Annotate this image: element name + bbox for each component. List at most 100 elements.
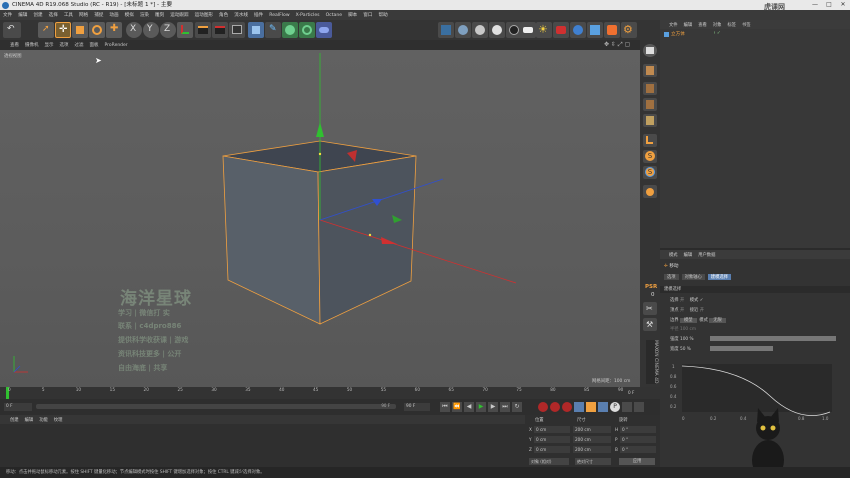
attribute-menu-item-0[interactable]: 模式 [669, 252, 678, 258]
tab-options[interactable]: 选项 [664, 274, 679, 280]
coord-mode-dropdown[interactable]: 对象 (相对) [529, 458, 569, 465]
menu-item-20[interactable]: 窗口 [363, 12, 372, 18]
snap-settings-button[interactable]: S [643, 166, 657, 179]
tab-modeling-selection[interactable]: 建模选择 [707, 274, 731, 280]
position-field[interactable]: 0 cm [534, 426, 570, 433]
attribute-menu-item-2[interactable]: 用户数据 [698, 252, 715, 258]
size-field[interactable]: 200 cm [573, 446, 611, 453]
brush-tool-button[interactable] [643, 185, 657, 198]
rotation-field[interactable]: 0 ° [620, 426, 656, 433]
render-view-button[interactable] [195, 22, 211, 38]
menu-item-19[interactable]: 脚本 [348, 12, 357, 18]
menu-item-3[interactable]: 选择 [49, 12, 58, 18]
knife-tool-button[interactable]: ⚒ [643, 318, 657, 331]
tab-object-axis[interactable]: 对象轴心 [681, 274, 705, 280]
workplane-mode-button[interactable] [643, 98, 657, 111]
plugin-button[interactable]: ⚙ [621, 22, 637, 38]
rotation-field[interactable]: 0 ° [620, 436, 656, 443]
stage-button[interactable] [520, 22, 536, 38]
viewport-menu-item-2[interactable]: 显示 [45, 42, 54, 48]
prev-frame-button[interactable]: ◀ [464, 402, 474, 412]
menu-item-11[interactable]: 运动跟踪 [170, 12, 188, 18]
perspective-viewport[interactable]: 透视视图 ➤ 海洋星球 学习 | 微信打 实 联系 | c4dpro886 提供… [0, 50, 640, 387]
key-scale-button[interactable] [586, 402, 596, 412]
menu-item-21[interactable]: 帮助 [378, 12, 387, 18]
attr-checkbox[interactable]: ✓ [700, 298, 704, 303]
axis-mode-button[interactable] [643, 134, 657, 147]
material-menu-item-3[interactable]: 纹理 [54, 417, 63, 423]
viewport-menu-item-6[interactable]: ProRender [105, 43, 128, 48]
scale-tool-button[interactable] [72, 22, 88, 38]
menu-item-0[interactable]: 文件 [3, 12, 12, 18]
recent-tool-button[interactable]: ✚ [106, 22, 122, 38]
radius-value[interactable]: 100 cm [680, 327, 696, 332]
max-frame-field[interactable]: 90 F [404, 403, 430, 411]
menu-item-8[interactable]: 模拟 [125, 12, 134, 18]
visibility-dots[interactable]: ⁞ ✓ [714, 31, 721, 36]
light-button[interactable]: ☀ [536, 22, 552, 38]
attr-value-2[interactable]: 开 [700, 308, 704, 313]
frame-range-slider[interactable]: 90 F [36, 403, 396, 409]
menu-item-2[interactable]: 创建 [33, 12, 42, 18]
next-frame-button[interactable]: ▶ [488, 402, 498, 412]
attribute-menu-item-1[interactable]: 编辑 [684, 252, 693, 258]
background-button[interactable] [489, 22, 505, 38]
attr-dropdown[interactable]: 模型 [679, 318, 697, 323]
coordinate-system-button[interactable] [177, 22, 193, 38]
record-button[interactable] [538, 402, 548, 412]
viewport-menu-item-1[interactable]: 摄像机 [25, 42, 39, 48]
render-settings-button[interactable] [229, 22, 245, 38]
loop-button[interactable]: ↻ [512, 402, 522, 412]
object-menu-item-0[interactable]: 文件 [669, 22, 678, 28]
current-frame-field[interactable]: 0 F [4, 403, 32, 411]
key-pla-button[interactable] [622, 402, 632, 412]
size-mode-dropdown[interactable]: 绝对尺寸 [575, 458, 611, 465]
viewport-menu-item-3[interactable]: 选项 [60, 42, 69, 48]
key-rotation-button[interactable] [598, 402, 608, 412]
points-mode-button[interactable] [643, 114, 657, 127]
array-button[interactable] [299, 22, 315, 38]
material-menu-item-0[interactable]: 创建 [10, 417, 19, 423]
tool-settings-button[interactable]: ✂ [643, 302, 657, 315]
menu-item-14[interactable]: 流水线 [234, 12, 248, 18]
attr-value[interactable]: 开 [680, 308, 684, 313]
move-tool-button[interactable]: ✛ [55, 22, 71, 38]
menu-item-10[interactable]: 雕刻 [155, 12, 164, 18]
menu-item-18[interactable]: Octane [326, 13, 343, 18]
octane-button[interactable] [570, 22, 586, 38]
material-menu-item-2[interactable]: 功能 [39, 417, 48, 423]
rotation-field[interactable]: 0 ° [620, 446, 656, 453]
cube-primitive-button[interactable] [248, 22, 264, 38]
realflow-button[interactable] [604, 22, 620, 38]
object-menu-item-4[interactable]: 标签 [727, 22, 736, 28]
viewport-menu-item-0[interactable]: 查看 [10, 42, 19, 48]
key-position-button[interactable] [574, 402, 584, 412]
undo-button[interactable]: ↶ [3, 22, 21, 38]
viewport-nav-icons[interactable]: ✥ ⇳ ⤢ ▢ [604, 41, 630, 49]
viewport-menu-item-5[interactable]: 面板 [90, 42, 99, 48]
xparticles-button[interactable] [587, 22, 603, 38]
size-field[interactable]: 200 cm [573, 426, 611, 433]
make-editable-button[interactable] [643, 44, 657, 57]
model-mode-button[interactable] [643, 64, 657, 77]
goto-start-button[interactable]: ⏮ [440, 402, 450, 412]
size-field[interactable]: 200 cm [573, 436, 611, 443]
attr-dropdown-2[interactable]: 无限 [709, 318, 726, 323]
maximize-button[interactable]: □ [822, 0, 836, 10]
viewport-menu-item-4[interactable]: 过滤 [75, 42, 84, 48]
object-menu-item-5[interactable]: 书签 [742, 22, 751, 28]
texture-mode-button[interactable] [643, 82, 657, 95]
menu-item-16[interactable]: RealFlow [269, 13, 289, 18]
timeline-ruler[interactable]: 0 5 10 15 20 25 30 35 40 45 50 55 60 65 70 75 80 85 90 0 F [0, 387, 660, 399]
auto-key-button[interactable] [550, 402, 560, 412]
x-axis-lock-button[interactable]: X [126, 22, 142, 38]
menu-item-1[interactable]: 编辑 [18, 12, 27, 18]
menu-item-15[interactable]: 插件 [254, 12, 263, 18]
z-axis-lock-button[interactable]: Z [160, 22, 176, 38]
menu-item-12[interactable]: 运动图形 [195, 12, 213, 18]
menu-item-6[interactable]: 捕捉 [94, 12, 103, 18]
close-button[interactable]: ✕ [836, 0, 850, 10]
pen-spline-button[interactable]: ✎ [265, 22, 281, 38]
goto-end-button[interactable]: ⏭ [500, 402, 510, 412]
camera-button[interactable] [553, 22, 569, 38]
